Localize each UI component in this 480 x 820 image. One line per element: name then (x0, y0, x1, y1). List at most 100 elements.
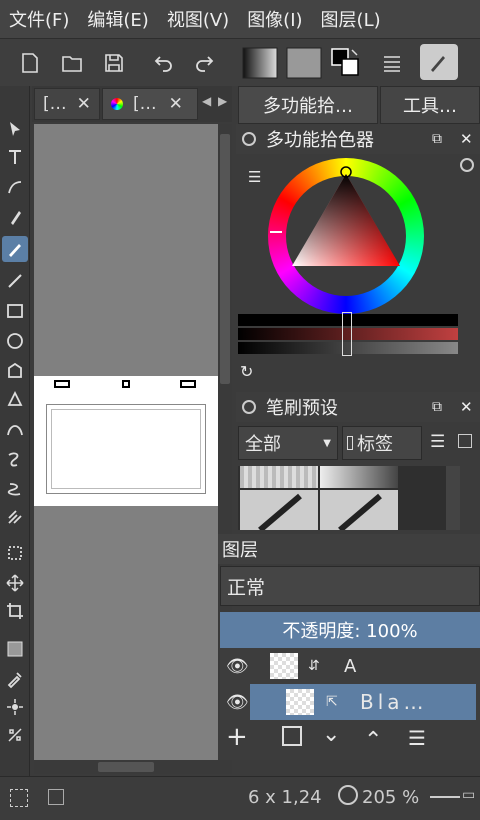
opacity-slider[interactable]: 不透明度: 100% (220, 612, 480, 648)
blend-mode-select[interactable]: 正常 (220, 566, 480, 606)
scrollbar-thumb[interactable] (220, 134, 230, 384)
color-triangle[interactable] (268, 158, 424, 314)
tag-icon (347, 436, 353, 450)
save-icon[interactable] (98, 47, 130, 79)
open-folder-icon[interactable] (56, 47, 88, 79)
color-settings-icon[interactable]: ☰ (248, 168, 261, 186)
main-toolbar (0, 38, 480, 86)
zoom-level[interactable]: 205 % (362, 787, 419, 808)
brush-preset-item[interactable] (240, 490, 318, 533)
zoom-slider[interactable] (430, 796, 460, 798)
freehand-path-icon[interactable] (2, 446, 28, 472)
lock-icon[interactable] (242, 132, 256, 146)
layer-row-selected[interactable]: 👁 ⇱ Bla… (220, 684, 480, 720)
canvas-document[interactable] (34, 376, 218, 506)
text-tool-icon[interactable] (2, 144, 28, 170)
display-icon[interactable]: ▭ (462, 787, 475, 803)
brush-preset-item[interactable] (320, 466, 398, 488)
pattern-preset-icon[interactable] (286, 47, 322, 79)
blend-settings-icon[interactable] (376, 47, 408, 79)
document-tabbar: [… ✕ [… ✕ ◀ ▶ (32, 86, 232, 122)
layers-panel-header: 图层 (218, 534, 480, 564)
brush-preset-item[interactable] (240, 466, 318, 488)
close-tab-icon[interactable]: ✕ (169, 94, 183, 114)
edit-shapes-icon[interactable] (2, 174, 28, 200)
menu-view[interactable]: 视图(V) (158, 6, 238, 32)
line-tool-icon[interactable] (2, 268, 28, 294)
ellipse-tool-icon[interactable] (2, 328, 28, 354)
new-document-icon[interactable] (14, 47, 46, 79)
close-panel-icon[interactable]: ✕ (460, 398, 473, 416)
crop-tool-icon[interactable] (2, 598, 28, 624)
assistant-tool-icon[interactable] (2, 722, 28, 748)
menu-image[interactable]: 图像(I) (238, 6, 311, 32)
brush-scrollbar[interactable] (446, 466, 460, 530)
scrollbar-thumb[interactable] (98, 762, 154, 772)
brush-preset-icon[interactable] (420, 44, 458, 80)
tab-scroll-right-icon[interactable]: ▶ (218, 94, 227, 108)
tab-scroll-left-icon[interactable]: ◀ (202, 94, 211, 108)
rotation-icon[interactable] (338, 785, 358, 805)
document-thumbnail-icon (111, 98, 123, 110)
dynamic-brush-icon[interactable] (2, 476, 28, 502)
polygon-tool-icon[interactable] (2, 358, 28, 384)
horizontal-scrollbar[interactable] (34, 760, 232, 774)
undo-icon[interactable] (148, 47, 180, 79)
panel-menu-icon[interactable] (458, 434, 472, 448)
fg-bg-color-icon[interactable] (330, 47, 362, 79)
move-layer-up-icon[interactable]: ⌃ (364, 728, 382, 753)
move-layer-down-icon[interactable]: ⌄ (322, 722, 340, 747)
reset-color-icon[interactable]: ↻ (240, 362, 253, 381)
brush-preset-item[interactable] (320, 490, 398, 533)
redo-icon[interactable] (188, 47, 220, 79)
menu-layer[interactable]: 图层(L) (312, 6, 390, 32)
freehand-brush-icon[interactable] (2, 236, 28, 262)
move-tool-icon[interactable] (2, 570, 28, 596)
document-tab-active[interactable]: [… ✕ (102, 88, 198, 120)
canvas-marker (122, 380, 130, 388)
layer-properties-icon[interactable]: ☰ (408, 726, 426, 750)
bezier-tool-icon[interactable] (2, 416, 28, 442)
rectangle-tool-icon[interactable] (2, 298, 28, 324)
no-color-icon[interactable] (460, 158, 474, 172)
brush-panel-header: 笔刷预设 ⧉ ✕ (236, 392, 480, 422)
layer-name[interactable]: Bla… (360, 690, 428, 714)
crop-transform-icon[interactable] (2, 540, 28, 566)
add-layer-icon[interactable]: + (226, 722, 248, 752)
menu-file[interactable]: 文件(F) (0, 6, 78, 32)
float-panel-icon[interactable]: ⧉ (432, 399, 442, 415)
list-view-icon[interactable]: ☰ (430, 432, 445, 452)
fit-view-icon[interactable] (48, 789, 64, 805)
menu-bar: 文件(F) 编辑(E) 视图(V) 图像(I) 图层(L) (0, 0, 480, 38)
select-shapes-icon[interactable] (2, 116, 28, 142)
gradient-preset-icon[interactable] (242, 47, 278, 79)
layer-row[interactable]: 👁 ⇵ A (220, 648, 480, 684)
duplicate-layer-icon[interactable] (282, 726, 302, 746)
menu-edit[interactable]: 编辑(E) (78, 6, 157, 32)
float-panel-icon[interactable]: ⧉ (432, 131, 442, 147)
close-tab-icon[interactable]: ✕ (77, 94, 91, 114)
brush-filter-select[interactable]: 全部 ▼ (238, 426, 338, 460)
slider-handle[interactable] (342, 312, 352, 356)
document-tab[interactable]: [… ✕ (34, 88, 100, 120)
color-picker-icon[interactable] (2, 666, 28, 692)
visibility-eye-icon[interactable]: 👁 (226, 692, 249, 713)
layer-type-icon: ⇱ (326, 694, 338, 710)
brush-filter-value: 全部 (245, 434, 281, 455)
gradient-tool-icon[interactable] (2, 636, 28, 662)
smart-patch-icon[interactable] (2, 694, 28, 720)
selection-mode-icon[interactable] (10, 789, 28, 807)
visibility-eye-icon[interactable]: 👁 (226, 656, 249, 677)
calligraphy-icon[interactable] (2, 204, 28, 230)
canvas-area[interactable] (34, 124, 218, 760)
layer-type-icon: ⇵ (308, 658, 320, 674)
tab-color-selector[interactable]: 多功能拾… (238, 86, 378, 124)
multibrush-icon[interactable] (2, 504, 28, 530)
layer-name[interactable]: A (344, 656, 356, 677)
close-panel-icon[interactable]: ✕ (460, 130, 473, 148)
lock-icon[interactable] (242, 400, 256, 414)
tab-tool-options[interactable]: 工具… (380, 86, 480, 124)
tag-button[interactable]: 标签 (342, 426, 422, 460)
polyline-tool-icon[interactable] (2, 386, 28, 412)
layer-thumbnail (286, 689, 314, 715)
